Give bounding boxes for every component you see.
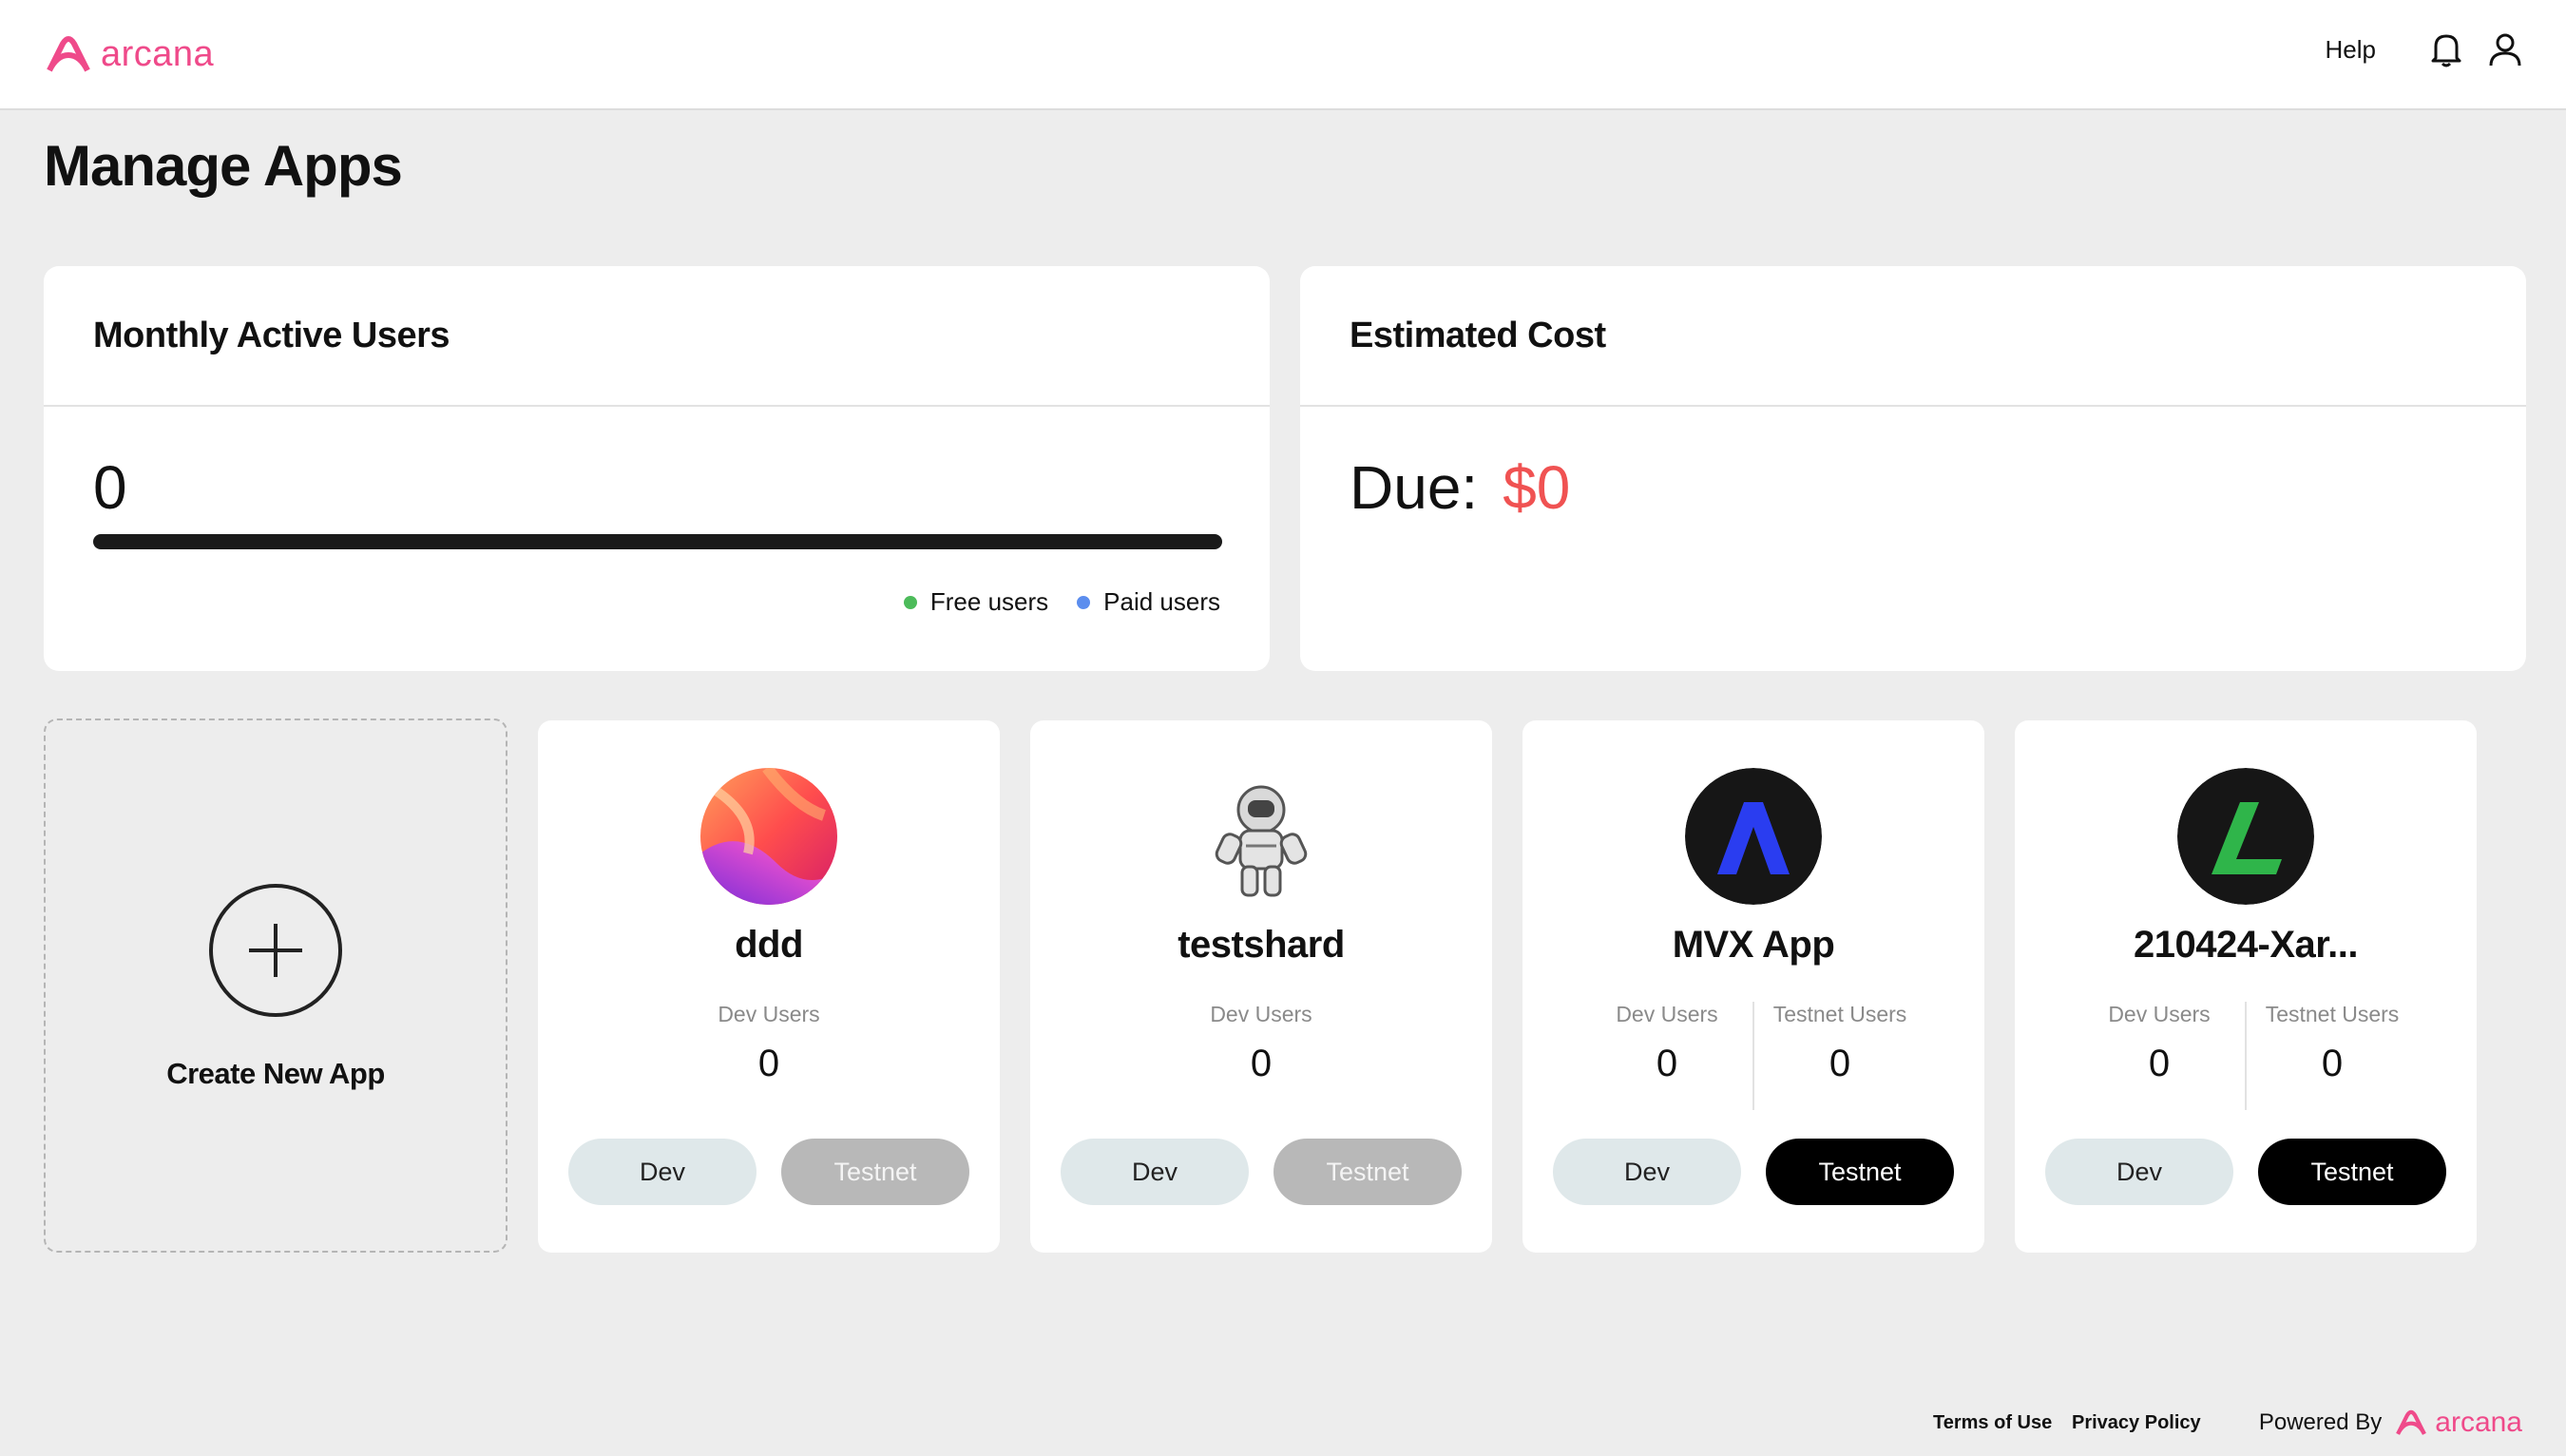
app-name: ddd bbox=[735, 924, 803, 966]
footer: Terms of Use Privacy Policy Powered By a… bbox=[0, 1407, 2566, 1445]
legend-paid-users: Paid users bbox=[1077, 587, 1220, 617]
legend-free-label: Free users bbox=[929, 587, 1049, 616]
testnet-users-value: 0 bbox=[1829, 1043, 1851, 1084]
arcana-logo-icon bbox=[47, 36, 90, 72]
testnet-users-label: Testnet Users bbox=[2265, 1002, 2400, 1026]
app-stats: Dev Users 0 bbox=[538, 1002, 1000, 1085]
terms-of-use-link[interactable]: Terms of Use bbox=[1933, 1412, 2052, 1434]
dev-users-value: 0 bbox=[1250, 1043, 1273, 1084]
testnet-button[interactable]: Testnet bbox=[1766, 1139, 1954, 1205]
due-row: Due: $0 bbox=[1350, 452, 1570, 523]
dev-button[interactable]: Dev bbox=[1553, 1139, 1741, 1205]
legend-paid-label: Paid users bbox=[1103, 587, 1220, 616]
dev-users-value: 0 bbox=[757, 1043, 780, 1084]
testnet-users-stat: Testnet Users 0 bbox=[2247, 1002, 2418, 1110]
app-name: testshard bbox=[1178, 924, 1345, 966]
app-name: 210424-Xar... bbox=[2134, 924, 2358, 966]
mau-progress-bar bbox=[93, 534, 1222, 549]
app-stats: Dev Users 0 Testnet Users 0 bbox=[2015, 1002, 2477, 1110]
mau-legend: Free users Paid users bbox=[875, 587, 1220, 617]
app-card[interactable]: 210424-Xar... Dev Users 0 Testnet Users … bbox=[2015, 720, 2477, 1253]
due-label: Due: bbox=[1350, 453, 1479, 522]
dev-users-label: Dev Users bbox=[2108, 1002, 2211, 1026]
app-stats: Dev Users 0 bbox=[1030, 1002, 1492, 1085]
app-card[interactable]: testshard Dev Users 0 Dev Testnet bbox=[1030, 720, 1492, 1253]
dev-users-stat: Dev Users 0 bbox=[1176, 1002, 1347, 1085]
top-bar: arcana Help bbox=[0, 0, 2566, 110]
create-new-app-card[interactable]: Create New App bbox=[44, 718, 507, 1253]
create-new-app-label: Create New App bbox=[166, 1057, 385, 1090]
legend-free-users: Free users bbox=[903, 587, 1049, 617]
due-amount: $0 bbox=[1503, 453, 1571, 522]
dev-users-label: Dev Users bbox=[1210, 1002, 1312, 1026]
dev-users-label: Dev Users bbox=[1616, 1002, 1718, 1026]
help-link[interactable]: Help bbox=[2326, 35, 2376, 65]
gradient-wave-logo-icon bbox=[700, 768, 837, 905]
dev-users-value: 0 bbox=[2148, 1043, 2171, 1084]
cost-title: Estimated Cost bbox=[1300, 266, 2526, 407]
mau-title: Monthly Active Users bbox=[44, 266, 1270, 407]
testnet-button[interactable]: Testnet bbox=[1273, 1139, 1462, 1205]
estimated-cost-panel: Estimated Cost Due: $0 bbox=[1300, 266, 2526, 671]
dev-users-stat: Dev Users 0 bbox=[683, 1002, 854, 1085]
testnet-button[interactable]: Testnet bbox=[2258, 1139, 2446, 1205]
astronaut-logo-icon bbox=[1193, 768, 1330, 905]
testnet-button[interactable]: Testnet bbox=[781, 1139, 969, 1205]
page-title: Manage Apps bbox=[44, 134, 403, 198]
app-card[interactable]: MVX App Dev Users 0 Testnet Users 0 Dev … bbox=[1522, 720, 1984, 1253]
user-icon[interactable] bbox=[2484, 29, 2526, 70]
free-users-dot-icon bbox=[903, 595, 917, 609]
dev-users-stat: Dev Users 0 bbox=[2074, 1002, 2245, 1110]
footer-brand-name[interactable]: arcana bbox=[2435, 1407, 2522, 1439]
green-l-logo-icon bbox=[2177, 768, 2314, 905]
brand-name: arcana bbox=[101, 33, 215, 74]
dev-button[interactable]: Dev bbox=[568, 1139, 756, 1205]
mau-value: 0 bbox=[93, 453, 127, 522]
mvx-logo-icon bbox=[1685, 768, 1822, 905]
privacy-policy-link[interactable]: Privacy Policy bbox=[2072, 1412, 2201, 1434]
arcana-logo-icon bbox=[2396, 1409, 2427, 1435]
app-name: MVX App bbox=[1672, 924, 1835, 966]
app-card[interactable]: ddd Dev Users 0 Dev Testnet bbox=[538, 720, 1000, 1253]
dev-button[interactable]: Dev bbox=[2045, 1139, 2233, 1205]
brand-logo[interactable]: arcana bbox=[44, 32, 214, 76]
testnet-users-stat: Testnet Users 0 bbox=[1754, 1002, 1925, 1110]
dev-users-stat: Dev Users 0 bbox=[1581, 1002, 1752, 1110]
powered-by-label: Powered By bbox=[2258, 1409, 2383, 1435]
testnet-users-value: 0 bbox=[2321, 1043, 2344, 1084]
dev-users-label: Dev Users bbox=[718, 1002, 820, 1026]
app-stats: Dev Users 0 Testnet Users 0 bbox=[1522, 1002, 1984, 1110]
bell-icon[interactable] bbox=[2425, 29, 2467, 70]
powered-by: Powered By arcana bbox=[2259, 1407, 2522, 1439]
monthly-active-users-panel: Monthly Active Users 0 Free users Paid u… bbox=[44, 266, 1270, 671]
dev-button[interactable]: Dev bbox=[1061, 1139, 1249, 1205]
paid-users-dot-icon bbox=[1077, 595, 1091, 609]
plus-circle-icon bbox=[209, 884, 342, 1017]
dev-users-value: 0 bbox=[1656, 1043, 1678, 1084]
testnet-users-label: Testnet Users bbox=[1772, 1002, 1907, 1026]
